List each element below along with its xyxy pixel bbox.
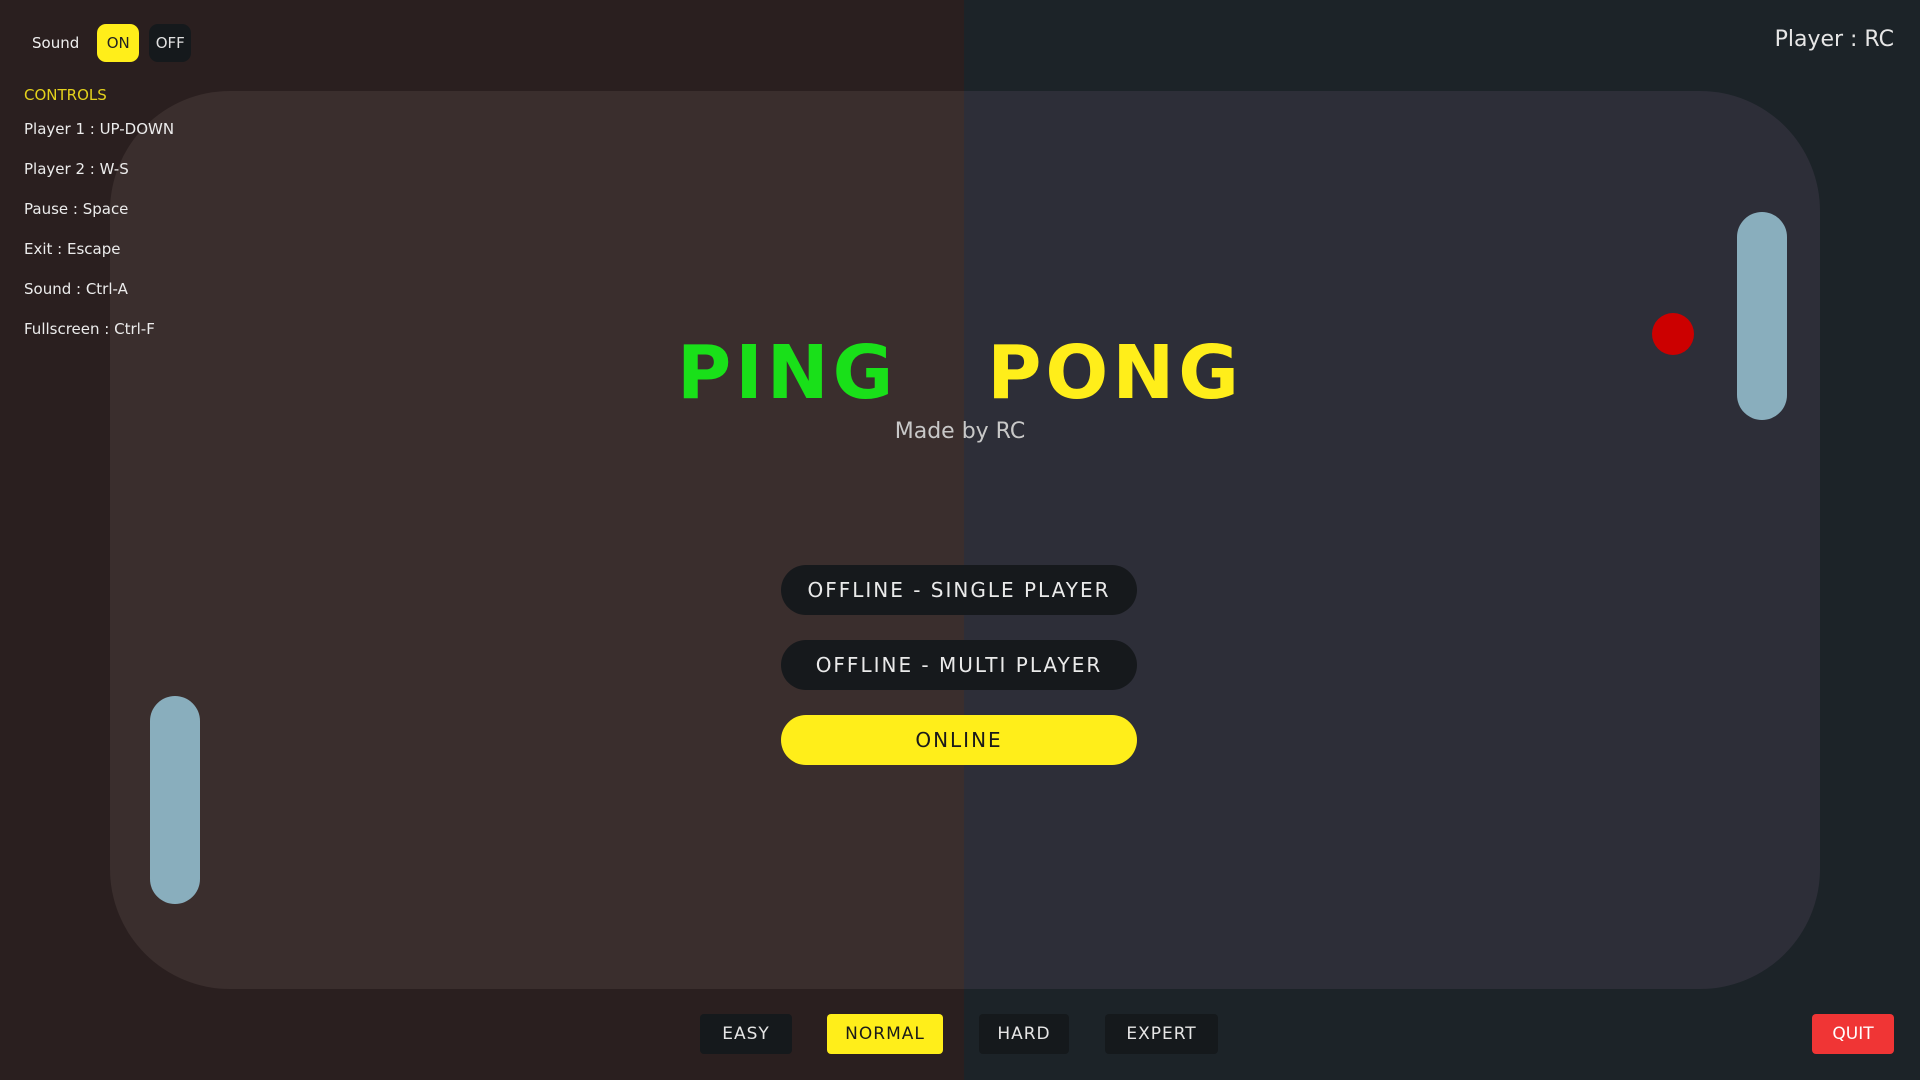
controls-title: CONTROLS xyxy=(24,86,107,104)
controls-panel: CONTROLS Player 1 : UP-DOWN Player 2 : W… xyxy=(24,86,174,360)
offline-single-player-button[interactable]: OFFLINE - SINGLE PLAYER xyxy=(781,565,1137,615)
title-ping: PING xyxy=(676,330,898,416)
control-exit: Exit : Escape xyxy=(24,240,121,258)
difficulty-expert-button[interactable]: EXPERT xyxy=(1105,1014,1218,1054)
quit-button[interactable]: QUIT xyxy=(1812,1014,1894,1054)
court-left-half xyxy=(110,91,964,989)
sound-toggle: Sound ON OFF xyxy=(32,24,192,62)
control-player1: Player 1 : UP-DOWN xyxy=(24,120,175,138)
player-name: Player : RC xyxy=(1774,27,1894,52)
court-right-half xyxy=(964,91,1820,989)
game-title: PING PONG xyxy=(0,330,1920,416)
game-subtitle: Made by RC xyxy=(894,419,1026,444)
title-pong: PONG xyxy=(987,330,1244,416)
sound-off-button[interactable]: OFF xyxy=(149,24,192,62)
difficulty-easy-button[interactable]: EASY xyxy=(700,1014,792,1054)
sound-label: Sound xyxy=(32,34,80,52)
sound-on-button[interactable]: ON xyxy=(97,24,140,62)
control-player2: Player 2 : W-S xyxy=(24,160,129,178)
control-sound: Sound : Ctrl-A xyxy=(24,280,128,298)
game-court xyxy=(110,91,1820,989)
left-paddle xyxy=(150,696,200,904)
difficulty-normal-button[interactable]: NORMAL xyxy=(827,1014,943,1054)
control-pause: Pause : Space xyxy=(24,200,129,218)
difficulty-hard-button[interactable]: HARD xyxy=(979,1014,1069,1054)
offline-multi-player-button[interactable]: OFFLINE - MULTI PLAYER xyxy=(781,640,1137,690)
online-button[interactable]: ONLINE xyxy=(781,715,1137,765)
